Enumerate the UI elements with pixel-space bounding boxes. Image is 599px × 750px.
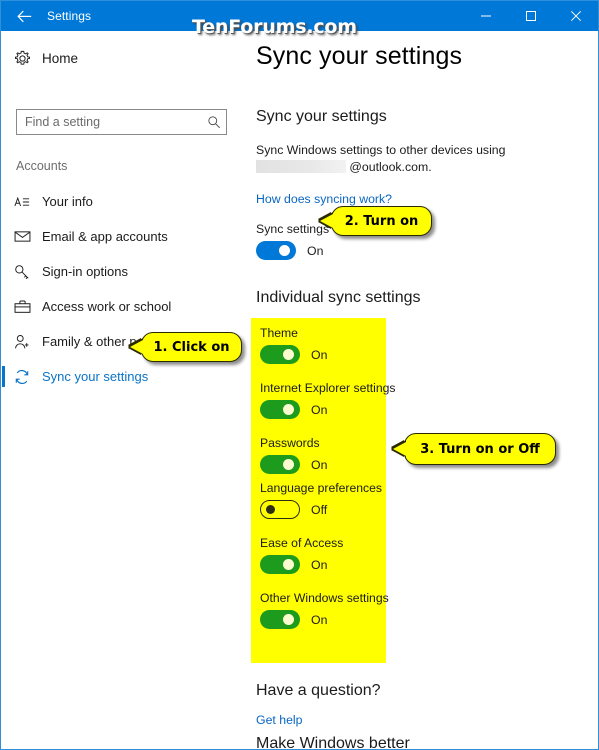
sync-item-state: On <box>311 347 328 362</box>
ease-of-access-toggle[interactable] <box>260 555 300 574</box>
sync-item-label: Other Windows settings <box>260 591 389 605</box>
search-box[interactable] <box>16 109 227 135</box>
sidebar-group-header: Accounts <box>16 159 68 173</box>
callout-step-2: 2. Turn on <box>320 206 432 236</box>
toggle-knob <box>283 404 294 415</box>
sidebar-item-access-work-or-school[interactable]: Access work or school <box>2 289 239 324</box>
callout-tail <box>130 340 143 354</box>
sidebar-item-label: Email & app accounts <box>42 229 168 244</box>
callout-tail <box>320 214 333 228</box>
sidebar-item-your-info[interactable]: Your info <box>2 184 239 219</box>
sync-icon <box>2 369 42 385</box>
section-heading-make-windows-better: Make Windows better <box>256 735 410 750</box>
callout-text: 2. Turn on <box>344 213 419 229</box>
sync-item-toggle-row[interactable]: On <box>260 610 389 629</box>
get-help-link[interactable]: Get help <box>256 713 303 727</box>
sync-item-toggle-row[interactable]: On <box>260 345 327 364</box>
callout-text: 3. Turn on or Off <box>420 441 540 457</box>
callout-tail <box>393 442 406 456</box>
callout-step-3: 3. Turn on or Off <box>393 433 556 465</box>
sync-item-toggle-row[interactable]: On <box>260 555 343 574</box>
other-windows-settings-toggle[interactable] <box>260 610 300 629</box>
callout-step-1: 1. Click on <box>130 332 242 362</box>
sync-item-ease-of-access: Ease of Access On <box>260 536 343 574</box>
sync-item-internet-explorer-settings: Internet Explorer settings On <box>260 381 396 419</box>
sync-description: Sync Windows settings to other devices u… <box>256 142 586 176</box>
section-heading-have-a-question: Have a question? <box>256 682 381 699</box>
toggle-knob <box>266 505 275 514</box>
sync-settings-label: Sync settings <box>256 222 330 236</box>
sync-description-before: Sync Windows settings to other devices u… <box>256 143 506 157</box>
toggle-knob <box>283 559 294 570</box>
theme-toggle[interactable] <box>260 345 300 364</box>
sync-item-other-windows-settings: Other Windows settings On <box>260 591 389 629</box>
key-icon <box>2 264 42 280</box>
main-content: Sync your settings Sync your settings Sy… <box>239 31 598 750</box>
sidebar-item-label: Sync your settings <box>42 369 149 384</box>
language-preferences-toggle[interactable] <box>260 500 300 519</box>
sync-item-state: On <box>311 402 328 417</box>
sidebar-item-email-app-accounts[interactable]: Email & app accounts <box>2 219 239 254</box>
page-title: Sync your settings <box>256 42 463 70</box>
sync-settings-toggle-row[interactable]: On <box>256 241 323 260</box>
sidebar-home-label: Home <box>42 50 79 66</box>
how-does-syncing-work-link[interactable]: How does syncing work? <box>256 192 392 206</box>
sync-item-passwords: Passwords On <box>260 436 327 474</box>
sync-item-label: Theme <box>260 326 298 340</box>
sync-item-theme: Theme On <box>260 326 327 364</box>
sync-item-language-preferences: Language preferences Off <box>260 481 382 519</box>
sync-item-state: On <box>311 457 328 472</box>
sync-item-state: On <box>311 557 328 572</box>
window-title: Settings <box>47 9 92 23</box>
section-heading-sync: Sync your settings <box>256 108 387 125</box>
passwords-toggle[interactable] <box>260 455 300 474</box>
people-icon <box>2 334 42 350</box>
sync-description-after: @outlook.com. <box>349 160 432 174</box>
gear-icon <box>2 50 42 67</box>
toggle-knob <box>279 245 290 256</box>
sidebar: Home Accounts <box>2 31 239 749</box>
sync-item-toggle-row[interactable]: Off <box>260 500 382 519</box>
sidebar-item-label: Sign-in options <box>42 264 128 279</box>
toggle-knob <box>283 349 294 360</box>
sidebar-item-home[interactable]: Home <box>2 44 239 72</box>
toggle-knob <box>283 614 294 625</box>
back-arrow-icon[interactable] <box>1 1 47 31</box>
sidebar-item-label: Your info <box>42 194 93 209</box>
sync-item-state: On <box>311 612 328 627</box>
sidebar-nav: Your info Email & app accounts Sign-in o… <box>2 184 239 394</box>
toggle-knob <box>283 459 294 470</box>
sync-settings-toggle-state: On <box>307 243 324 258</box>
settings-window: Settings TenForums.com Home Find a setti… <box>0 0 599 750</box>
sync-item-label: Passwords <box>260 436 320 450</box>
envelope-icon <box>2 230 42 243</box>
sync-item-toggle-row[interactable]: On <box>260 455 327 474</box>
redacted-account-name <box>256 160 346 173</box>
search-input[interactable] <box>17 110 202 134</box>
title-bar: Settings <box>1 1 598 31</box>
sync-item-state: Off <box>311 502 328 517</box>
sync-settings-toggle[interactable] <box>256 241 296 260</box>
sidebar-item-label: Access work or school <box>42 299 172 314</box>
internet-explorer-settings-toggle[interactable] <box>260 400 300 419</box>
sidebar-item-sync-your-settings[interactable]: Sync your settings <box>2 359 239 394</box>
selection-indicator <box>2 366 5 387</box>
sidebar-item-sign-in-options[interactable]: Sign-in options <box>2 254 239 289</box>
search-icon <box>202 115 226 129</box>
sync-item-label: Language preferences <box>260 481 382 495</box>
sync-item-toggle-row[interactable]: On <box>260 400 396 419</box>
individual-sync-highlight-block: Theme On Internet Explorer settings On P… <box>251 318 396 663</box>
section-heading-individual: Individual sync settings <box>256 289 421 306</box>
briefcase-icon <box>2 300 42 314</box>
minimize-icon[interactable] <box>463 1 508 31</box>
sync-item-label: Internet Explorer settings <box>260 381 396 395</box>
close-icon[interactable] <box>553 1 598 31</box>
your-info-icon <box>2 195 42 209</box>
maximize-icon[interactable] <box>508 1 553 31</box>
callout-text: 1. Click on <box>153 339 230 355</box>
sync-item-label: Ease of Access <box>260 536 344 550</box>
